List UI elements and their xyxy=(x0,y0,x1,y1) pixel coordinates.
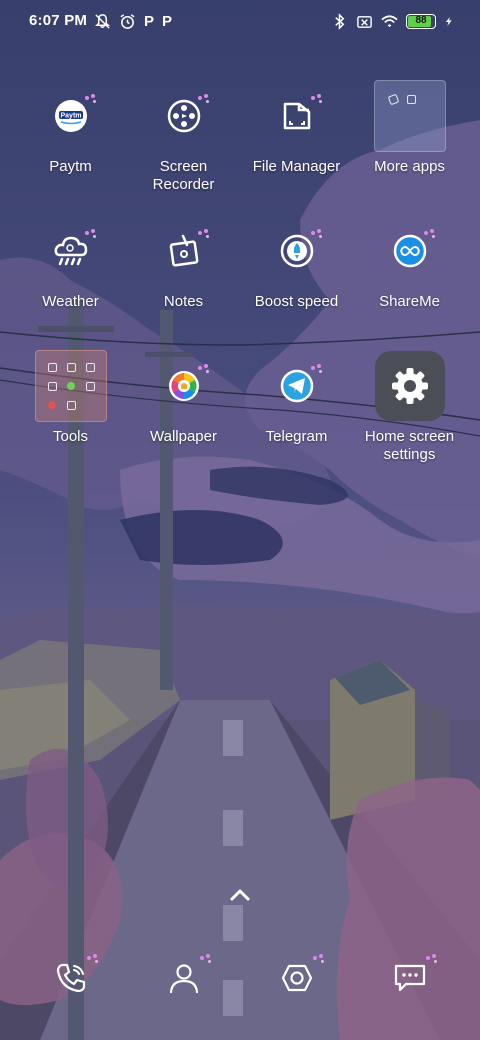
folder-preview-tile xyxy=(34,350,107,422)
bluetooth-icon xyxy=(335,12,345,30)
app-label: Wallpaper xyxy=(150,428,217,445)
settings-tile xyxy=(374,351,445,421)
mini-app-icon xyxy=(406,95,416,104)
infinity-icon xyxy=(374,215,446,287)
new-badge-dots xyxy=(423,229,436,239)
app-label: Boost speed xyxy=(254,293,339,310)
new-badge-dots xyxy=(310,229,323,239)
color-wheel-icon xyxy=(148,350,220,422)
app-label: Screen Recorder xyxy=(152,158,215,193)
mini-app-icon xyxy=(47,401,56,409)
app-drawer-chevron-up-icon[interactable] xyxy=(226,884,254,906)
new-badge-dots xyxy=(310,94,323,104)
phone-icon xyxy=(56,963,85,993)
mini-app-icon xyxy=(66,401,76,410)
film-reel-icon xyxy=(148,80,220,152)
app-label: More apps xyxy=(374,158,445,175)
rocket-icon xyxy=(261,215,333,287)
paytm-p-icon: P xyxy=(144,12,155,30)
notifications-off-icon xyxy=(95,13,110,29)
wifi-icon xyxy=(381,14,398,27)
new-badge-dots xyxy=(310,364,323,374)
folder-preview xyxy=(373,80,446,152)
person-icon xyxy=(169,964,198,994)
notification-icons: P P xyxy=(94,12,172,30)
new-badge-dots xyxy=(197,364,210,374)
mini-app-icon xyxy=(47,363,57,372)
alarm-icon xyxy=(120,13,135,29)
app-label: Tools xyxy=(52,428,89,445)
dock-phone[interactable] xyxy=(14,940,127,1016)
mini-app-icon xyxy=(66,382,75,390)
paytm-logo-text: Paytm xyxy=(60,113,81,120)
app-shareme[interactable]: ShareMe xyxy=(353,215,466,350)
app-label: Telegram xyxy=(265,428,328,445)
app-wallpaper[interactable]: Wallpaper xyxy=(127,350,240,485)
app-notes[interactable]: Notes xyxy=(127,215,240,350)
new-badge-dots xyxy=(84,94,97,104)
mini-app-icon xyxy=(85,382,95,391)
dock-camera[interactable] xyxy=(240,940,353,1016)
app-label: File Manager xyxy=(252,158,341,175)
app-label: Home screen settings xyxy=(364,428,455,463)
new-badge-dots xyxy=(197,229,210,239)
weather-cloud-icon xyxy=(35,215,107,287)
dock xyxy=(14,940,466,1016)
folder-preview xyxy=(34,350,107,422)
mini-app-icon xyxy=(47,382,57,391)
camera-aperture-icon xyxy=(281,964,312,992)
new-badge-dots xyxy=(313,954,325,964)
paytm-icon: Paytm xyxy=(35,80,107,152)
status-bar: 6:07 PM P P 88 xyxy=(0,0,480,42)
new-badge-dots xyxy=(84,229,97,239)
mini-app-icon xyxy=(66,363,76,372)
paytm-p-icon: P xyxy=(162,12,173,30)
no-sim-icon xyxy=(357,15,372,28)
folder-preview-tile xyxy=(373,80,446,152)
mini-app-icon xyxy=(387,93,399,106)
folder-more-apps[interactable]: More apps xyxy=(353,80,466,215)
battery-level: 88 xyxy=(415,14,427,26)
system-icons: 88 xyxy=(331,11,454,31)
charging-icon xyxy=(445,16,452,26)
clock: 6:07 PM xyxy=(29,12,88,29)
new-badge-dots xyxy=(197,94,210,104)
folder-icon xyxy=(261,80,333,152)
app-file-manager[interactable]: File Manager xyxy=(240,80,353,215)
app-label: Paytm xyxy=(49,158,92,175)
app-home-screen-settings[interactable]: Home screen settings xyxy=(353,350,466,485)
dock-messages[interactable] xyxy=(353,940,466,1016)
paper-plane-icon xyxy=(261,350,333,422)
app-paytm[interactable]: Paytm Paytm xyxy=(14,80,127,215)
home-screen-app-grid: Paytm Paytm Screen Recorder File Manager… xyxy=(14,80,466,485)
app-screen-recorder[interactable]: Screen Recorder xyxy=(127,80,240,215)
app-label: Notes xyxy=(163,293,204,310)
new-badge-dots xyxy=(87,954,99,964)
chat-bubble-icon xyxy=(394,964,425,992)
gear-icon xyxy=(374,350,446,422)
dock-contacts[interactable] xyxy=(127,940,240,1016)
app-boost-speed[interactable]: Boost speed xyxy=(240,215,353,350)
app-label: Weather xyxy=(42,293,99,310)
app-weather[interactable]: Weather xyxy=(14,215,127,350)
notes-icon xyxy=(148,215,220,287)
app-telegram[interactable]: Telegram xyxy=(240,350,353,485)
new-badge-dots xyxy=(426,954,438,964)
folder-tools[interactable]: Tools xyxy=(14,350,127,485)
mini-app-icon xyxy=(85,363,95,372)
battery-icon: 88 xyxy=(406,13,436,29)
app-label: ShareMe xyxy=(379,293,440,310)
new-badge-dots xyxy=(200,954,212,964)
